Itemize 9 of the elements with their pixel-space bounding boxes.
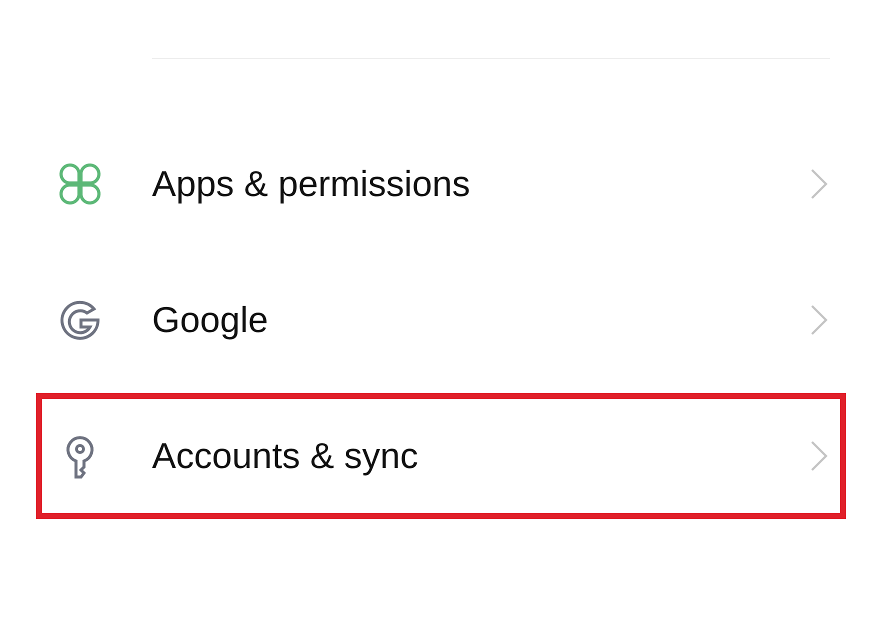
- setting-label: Apps & permissions: [152, 163, 472, 205]
- setting-label: Accounts & sync: [152, 435, 420, 477]
- settings-row[interactable]: Apps & permissions: [36, 121, 846, 247]
- chevron-icon: [810, 304, 828, 336]
- settings-row[interactable]: Google: [36, 257, 846, 383]
- chevron-icon: [810, 168, 828, 200]
- setting-label: Google: [152, 299, 270, 341]
- settings-row[interactable]: Accounts & sync: [36, 393, 846, 519]
- chevron-icon: [810, 440, 828, 472]
